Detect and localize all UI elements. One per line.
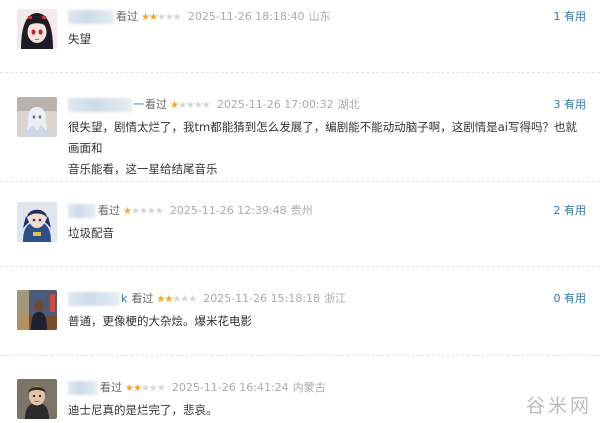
username-blurred[interactable] xyxy=(68,292,120,306)
watched-label: 看过 xyxy=(116,10,138,23)
star-empty-icon: ★ xyxy=(201,100,211,111)
star-filled-icon: ★ xyxy=(148,12,158,23)
rating-stars: ★★★★★ xyxy=(123,206,164,217)
useful-vote-button[interactable]: 3 有用 xyxy=(554,96,587,114)
comment-text-line: 迪士尼真的是烂完了，悲哀。 xyxy=(68,403,218,417)
username-tail[interactable]: 一 xyxy=(133,98,144,111)
divider xyxy=(0,266,600,267)
comment-time: 2025-11-26 15:18:18 xyxy=(203,292,321,305)
useful-vote-button[interactable]: 2 有用 xyxy=(554,202,587,220)
avatar[interactable] xyxy=(17,9,57,49)
comment-location: 浙江 xyxy=(324,292,347,305)
divider xyxy=(0,72,600,73)
star-empty-icon: ★ xyxy=(193,100,203,111)
comment-text: 垃圾配音 xyxy=(68,223,588,244)
site-watermark: 谷米网 xyxy=(525,395,592,417)
star-empty-icon: ★ xyxy=(156,12,166,23)
avatar[interactable] xyxy=(17,97,57,137)
avatar[interactable] xyxy=(17,290,57,330)
star-filled-icon: ★ xyxy=(170,100,179,111)
star-empty-icon: ★ xyxy=(185,100,195,111)
star-filled-icon: ★ xyxy=(125,383,134,394)
comment-text: 普通，更像梗的大杂烩。爆米花电影 xyxy=(68,311,588,332)
comment-text: 很失望，剧情太烂了，我tm都能猜到怎么发展了，编剧能不能动动脑子啊，这剧情是ai… xyxy=(68,117,588,180)
star-filled-icon: ★ xyxy=(123,206,132,217)
rating-stars: ★★★★★ xyxy=(156,294,197,305)
username-blurred[interactable] xyxy=(68,10,114,24)
star-empty-icon: ★ xyxy=(164,12,174,23)
watched-label: 看过 xyxy=(131,292,154,305)
star-filled-icon: ★ xyxy=(132,383,142,394)
comment-text-line: 失望 xyxy=(68,32,91,46)
comment-location: 内蒙古 xyxy=(292,381,326,394)
star-empty-icon: ★ xyxy=(140,383,150,394)
username-blurred[interactable] xyxy=(68,98,132,112)
avatar[interactable] xyxy=(17,379,57,419)
divider xyxy=(0,181,600,182)
star-empty-icon: ★ xyxy=(146,206,156,217)
comment-location: 贵州 xyxy=(290,204,313,217)
username-blurred[interactable] xyxy=(68,204,96,218)
star-empty-icon: ★ xyxy=(172,12,182,23)
star-filled-icon: ★ xyxy=(141,12,150,23)
avatar[interactable] xyxy=(17,202,57,242)
rating-stars: ★★★★★ xyxy=(125,383,166,394)
comment-meta: 看过 ★★★★★ 2025-11-26 12:39:48 贵州 xyxy=(68,202,313,220)
comment-text-line: 很失望，剧情太烂了，我tm都能猜到怎么发展了，编剧能不能动动脑子啊，这剧情是ai… xyxy=(68,120,577,155)
comment-meta: 看过 ★★★★★ 2025-11-26 16:41:24 内蒙古 xyxy=(68,379,326,397)
star-empty-icon: ★ xyxy=(138,206,148,217)
comment-text: 迪士尼真的是烂完了，悲哀。 xyxy=(68,400,588,421)
comment-text-line: 音乐能看，这一星给结尾音乐 xyxy=(68,162,218,176)
useful-vote-button[interactable]: 0 有用 xyxy=(554,290,587,308)
divider xyxy=(0,355,600,356)
star-empty-icon: ★ xyxy=(188,294,197,305)
star-empty-icon: ★ xyxy=(148,383,158,394)
comment-location: 湖北 xyxy=(337,98,360,111)
useful-vote-button[interactable]: 1 有用 xyxy=(554,8,587,26)
watched-label: 看过 xyxy=(100,381,122,394)
rating-stars: ★★★★★ xyxy=(141,12,182,23)
username-tail[interactable]: k xyxy=(121,292,127,305)
comment-text-line: 普通，更像梗的大杂烩。爆米花电影 xyxy=(68,314,252,328)
rating-stars: ★★★★★ xyxy=(170,100,211,111)
comment-time: 2025-11-26 18:18:40 xyxy=(187,10,305,23)
comment-time: 2025-11-26 17:00:32 xyxy=(216,98,334,111)
comment-location: 山东 xyxy=(308,10,331,23)
comment-text: 失望 xyxy=(68,29,588,50)
watched-label: 看过 xyxy=(98,204,120,217)
comment-time: 2025-11-26 16:41:24 xyxy=(171,381,289,394)
comment-time: 2025-11-26 12:39:48 xyxy=(169,204,287,217)
star-empty-icon: ★ xyxy=(177,100,187,111)
comment-meta: 看过 ★★★★★ 2025-11-26 18:18:40 山东 xyxy=(68,8,331,26)
comment-meta: k 看过 ★★★★★ 2025-11-26 15:18:18 浙江 xyxy=(68,290,346,308)
comment-text-line: 垃圾配音 xyxy=(68,226,114,240)
star-empty-icon: ★ xyxy=(130,206,140,217)
comment-meta: 一看过 ★★★★★ 2025-11-26 17:00:32 湖北 xyxy=(68,96,360,114)
watched-label: 看过 xyxy=(145,98,167,111)
username-blurred[interactable] xyxy=(68,381,98,395)
star-empty-icon: ★ xyxy=(156,383,166,394)
star-empty-icon: ★ xyxy=(154,206,164,217)
